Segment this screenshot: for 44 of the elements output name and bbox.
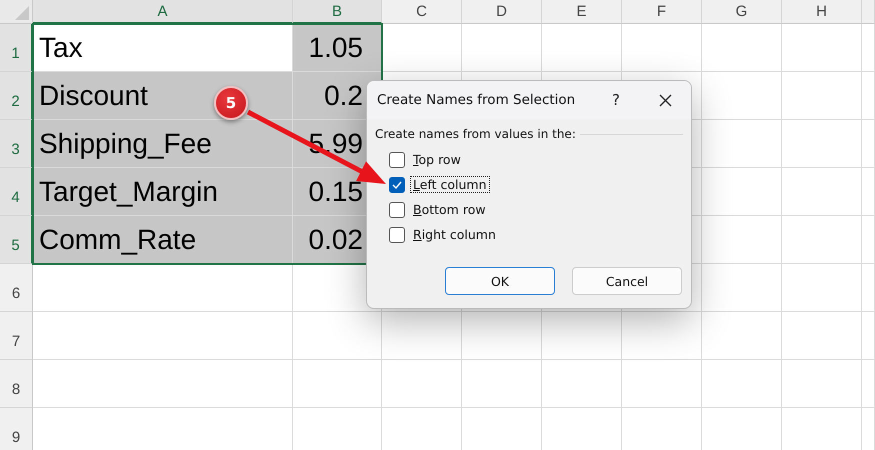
help-button[interactable]: ? — [601, 91, 631, 109]
table-cell — [862, 168, 875, 216]
table-cell — [862, 312, 875, 360]
table-cell — [862, 120, 875, 168]
table-cell: Comm_Rate — [33, 216, 293, 264]
row-header[interactable]: 4 — [0, 168, 33, 216]
row-header[interactable]: 1 — [0, 24, 33, 72]
checkbox[interactable] — [389, 152, 405, 168]
column-header[interactable]: A — [33, 0, 293, 24]
check-icon — [391, 180, 403, 190]
close-icon — [658, 94, 672, 106]
column-header[interactable]: F — [622, 0, 702, 24]
corner-triangle-icon — [15, 6, 29, 20]
table-cell — [862, 360, 875, 408]
checkbox[interactable] — [389, 202, 405, 218]
checkbox-label[interactable]: Left column — [410, 176, 490, 193]
row-header[interactable]: 3 — [0, 120, 33, 168]
table-cell: Shipping_Fee — [33, 120, 293, 168]
ok-button[interactable]: OK — [445, 267, 555, 295]
table-cell — [862, 24, 875, 72]
checkbox-label[interactable]: Top row — [410, 151, 464, 168]
cancel-button[interactable]: Cancel — [572, 267, 682, 295]
column-header[interactable]: B — [293, 0, 382, 24]
row-header[interactable]: 2 — [0, 72, 33, 120]
checkbox[interactable] — [389, 226, 405, 242]
table-cell — [862, 216, 875, 264]
column-header[interactable]: C — [382, 0, 462, 24]
column-header[interactable]: E — [542, 0, 622, 24]
table-cell — [862, 72, 875, 120]
checkbox-label[interactable]: Bottom row — [410, 201, 489, 218]
table-cell: 1.05 — [293, 24, 382, 72]
row-header[interactable]: 7 — [0, 312, 33, 360]
column-header[interactable]: D — [462, 0, 542, 24]
column-header[interactable]: G — [702, 0, 782, 24]
row-header[interactable]: 8 — [0, 360, 33, 408]
checkbox[interactable] — [389, 176, 405, 192]
row-header[interactable]: 9 — [0, 408, 33, 450]
table-cell: Tax — [33, 24, 293, 72]
row-header[interactable]: 5 — [0, 216, 33, 264]
column-header[interactable]: H — [782, 0, 862, 24]
table-cell: Target_Margin — [33, 168, 293, 216]
row-header[interactable]: 6 — [0, 264, 33, 312]
checkbox-label[interactable]: Right column — [410, 226, 499, 243]
table-cell — [862, 264, 875, 312]
